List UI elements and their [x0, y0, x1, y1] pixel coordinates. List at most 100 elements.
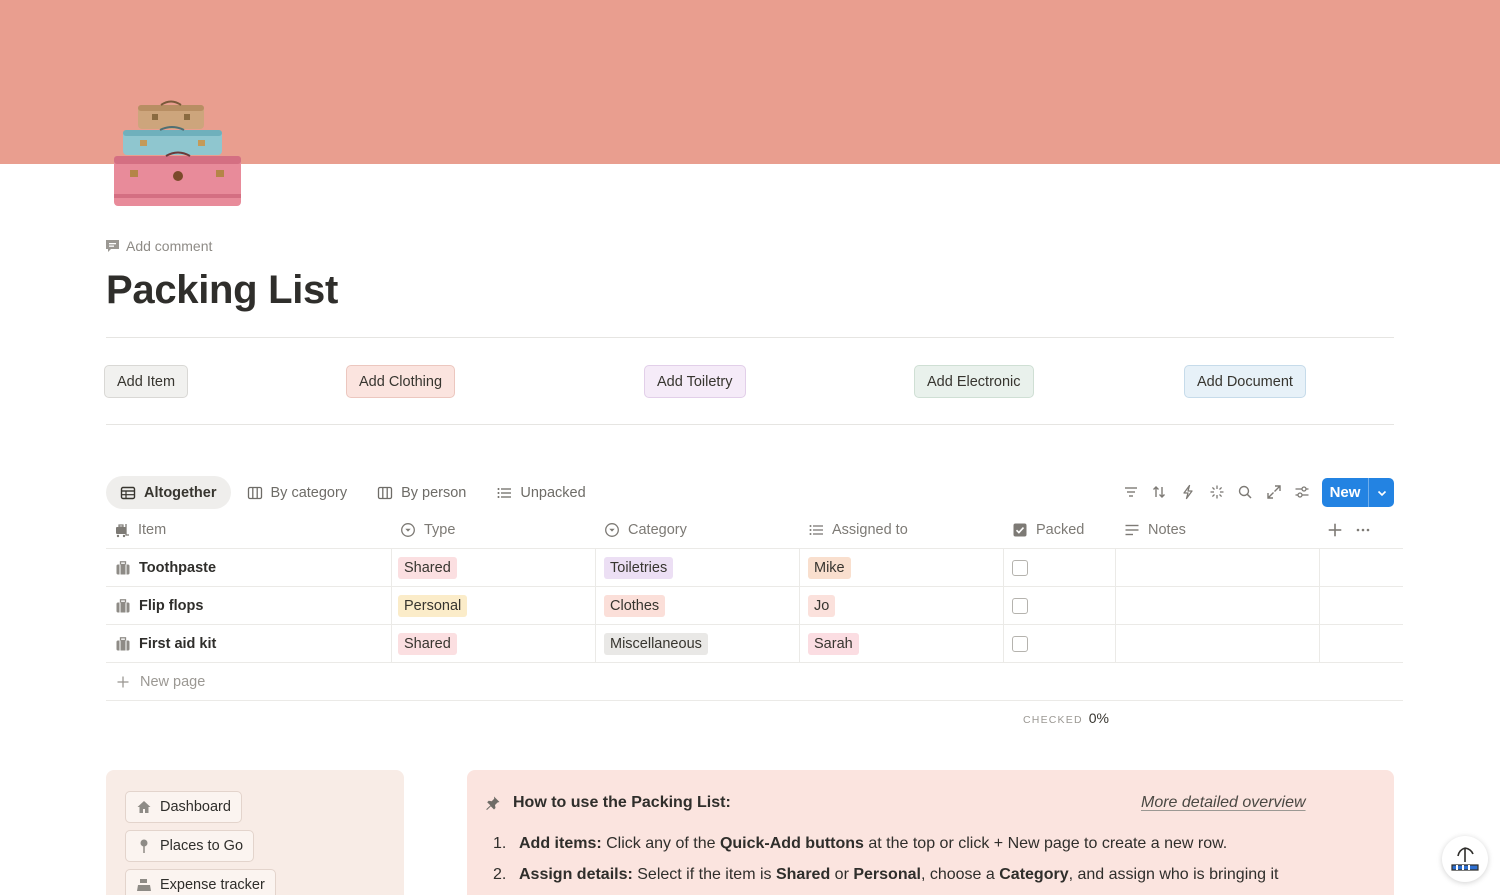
checkbox-icon [1013, 523, 1027, 537]
column-divider [1319, 549, 1320, 586]
notes-cell[interactable] [1116, 587, 1319, 624]
column-header-item[interactable]: Item [114, 512, 166, 548]
column-header-notes[interactable]: Notes [1124, 512, 1186, 548]
packed-cell[interactable] [1012, 549, 1028, 586]
column-header-assigned[interactable]: Assigned to [808, 512, 908, 548]
column-label: Notes [1148, 522, 1186, 538]
item-name: Flip flops [139, 597, 204, 614]
how-to-title: How to use the Packing List: [485, 794, 731, 812]
add-column-icon[interactable] [1327, 512, 1343, 548]
column-divider [1003, 587, 1004, 624]
ai-sparkle-icon[interactable] [1207, 482, 1227, 502]
type-cell[interactable]: Shared [398, 625, 457, 662]
column-header-packed[interactable]: Packed [1012, 512, 1084, 548]
packed-checkbox[interactable] [1012, 559, 1028, 576]
add-item-button[interactable]: Add Item [104, 365, 189, 398]
notes-cell[interactable] [1116, 625, 1319, 662]
packed-cell[interactable] [1012, 625, 1028, 662]
divider [106, 337, 1394, 338]
assigned-tag: Sarah [808, 632, 859, 655]
how-to-step: 2. Assign details: Select if the item is… [493, 866, 1279, 884]
item-name: Toothpaste [139, 559, 217, 576]
step-text: Assign details: [519, 866, 633, 883]
settings-icon[interactable] [1292, 482, 1312, 502]
filter-icon[interactable] [1121, 482, 1141, 502]
nav-label: Dashboard [160, 799, 231, 815]
column-label: Packed [1036, 522, 1085, 538]
more-options-icon[interactable] [1355, 512, 1371, 548]
assigned-cell[interactable]: Jo [808, 587, 836, 624]
how-to-card: How to use the Packing List: More detail… [467, 770, 1394, 895]
packed-checkbox[interactable] [1012, 635, 1028, 652]
page-title[interactable]: Packing List [106, 268, 338, 313]
step-text: Click any of the [601, 835, 720, 852]
item-cell[interactable]: First aid kit [115, 625, 216, 662]
new-page-label: New page [140, 674, 206, 690]
add-document-button[interactable]: Add Document [1184, 365, 1306, 398]
plus-icon [117, 676, 129, 688]
column-divider [391, 587, 392, 624]
stacked-suitcases-icon[interactable] [112, 100, 244, 210]
comment-icon [106, 240, 119, 252]
nav-dashboard[interactable]: Dashboard [125, 791, 242, 823]
expand-icon[interactable] [1264, 482, 1284, 502]
column-divider [595, 587, 596, 624]
category-cell[interactable]: Toiletries [604, 549, 674, 586]
nav-label: Expense tracker [160, 877, 265, 893]
item-cell[interactable]: Toothpaste [115, 549, 216, 586]
packed-calculation[interactable]: CHECKED 0% [1023, 710, 1109, 726]
step-text: Personal [853, 866, 921, 883]
column-label: Category [628, 522, 687, 538]
home-icon [137, 801, 151, 813]
column-header-type[interactable]: Type [400, 512, 455, 548]
step-number: 1. [493, 835, 507, 852]
new-page-button[interactable]: New page [116, 663, 205, 701]
new-button-label[interactable]: New [1322, 478, 1368, 507]
detailed-overview-link[interactable]: More detailed overview [1141, 794, 1306, 812]
assigned-cell[interactable]: Sarah [808, 625, 859, 662]
select-icon [401, 523, 415, 537]
item-cell[interactable]: Flip flops [115, 587, 203, 624]
add-clothing-button[interactable]: Add Clothing [346, 365, 456, 398]
add-electronic-button[interactable]: Add Electronic [914, 365, 1034, 398]
new-button[interactable]: New [1322, 478, 1394, 507]
nav-places-to-go[interactable]: Places to Go [125, 830, 255, 862]
suitcase-icon [116, 560, 130, 574]
search-icon[interactable] [1235, 482, 1255, 502]
packed-checkbox[interactable] [1012, 597, 1028, 614]
type-tag: Shared [398, 632, 457, 655]
step-text: Quick-Add buttons [719, 835, 864, 852]
help-assistant-icon[interactable] [1442, 836, 1488, 882]
new-page-row[interactable]: New page [106, 663, 1403, 701]
calc-label: CHECKED [1023, 714, 1083, 726]
category-cell[interactable]: Clothes [604, 587, 666, 624]
table-row[interactable]: Flip flops Personal Clothes Jo [106, 587, 1403, 625]
column-divider [1319, 625, 1320, 662]
column-divider [1003, 549, 1004, 586]
step-text: Shared [775, 866, 831, 883]
item-name: First aid kit [139, 635, 217, 652]
column-divider [799, 625, 800, 662]
table-header: Item Type Category Assigned to Packed No… [106, 512, 1403, 549]
column-divider [1003, 625, 1004, 662]
table-row[interactable]: First aid kit Shared Miscellaneous Sarah [106, 625, 1403, 663]
category-cell[interactable]: Miscellaneous [604, 625, 708, 662]
automation-icon[interactable] [1178, 482, 1198, 502]
packing-table: Item Type Category Assigned to Packed No… [106, 512, 1403, 701]
type-cell[interactable]: Personal [398, 587, 468, 624]
add-comment-button[interactable]: Add comment [105, 238, 212, 254]
column-header-category[interactable]: Category [604, 512, 687, 548]
step-text: Select if the item is [632, 866, 776, 883]
sort-icon[interactable] [1149, 482, 1169, 502]
packed-cell[interactable] [1012, 587, 1028, 624]
add-toiletry-button[interactable]: Add Toiletry [644, 365, 746, 398]
assigned-cell[interactable]: Mike [808, 549, 851, 586]
step-text: at the top or click + New page to create… [863, 835, 1228, 852]
table-row[interactable]: Toothpaste Shared Toiletries Mike [106, 549, 1403, 587]
nav-expense-tracker[interactable]: Expense tracker [125, 869, 276, 895]
chevron-down-icon[interactable] [1368, 478, 1394, 507]
notes-cell[interactable] [1116, 549, 1319, 586]
nav-label: Places to Go [160, 838, 244, 854]
pin-icon [140, 839, 148, 853]
type-cell[interactable]: Shared [398, 549, 457, 586]
